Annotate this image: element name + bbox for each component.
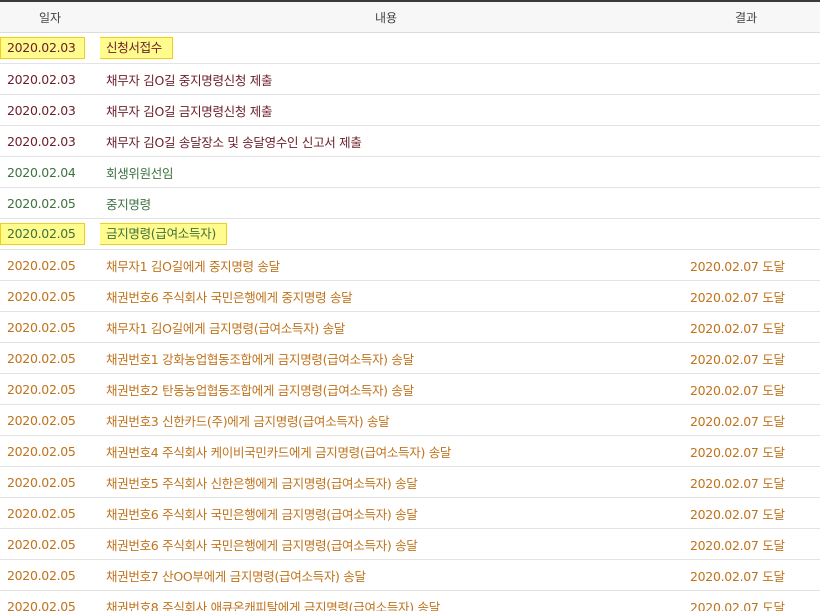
cell-content: 채권번호1 강화농업협동조합에게 금지명령(급여소득자) 송달 [100, 342, 672, 374]
table-row: 2020.02.05 채무자1 김O길에게 중지명령 송달 2020.02.07 도… [0, 249, 820, 281]
highlight-date: 2020.02.05 [0, 223, 85, 245]
cell-content: 채권번호5 주식회사 신한은행에게 금지명령(급여소득자) 송달 [100, 466, 672, 498]
cell-date: 2020.02.03 [0, 32, 100, 64]
cell-date: 2020.02.05 [0, 404, 100, 436]
cell-date: 2020.02.04 [0, 156, 100, 188]
table-row: 2020.02.05 채권번호4 주식회사 케이비국민카드에게 금지명령(급여소득… [0, 435, 820, 467]
case-history-table: 일자 내용 결과 2020.02.03 신청서접수 2020.02.03 채무자 김O… [0, 0, 820, 611]
table-row: 2020.02.05 채권번호1 강화농업협동조합에게 금지명령(급여소득자) 송… [0, 342, 820, 374]
table-row: 2020.02.03 채무자 김O길 송달장소 및 송달영수인 신고서 제출 [0, 125, 820, 157]
cell-date: 2020.02.05 [0, 311, 100, 343]
cell-date: 2020.02.05 [0, 590, 100, 611]
table-row: 2020.02.03 채무자 김O길 금지명령신청 제출 [0, 94, 820, 126]
cell-content: 채무자 김O길 중지명령신청 제출 [100, 63, 672, 95]
column-header-result: 결과 [672, 0, 820, 33]
cell-date: 2020.02.05 [0, 528, 100, 560]
cell-content: 채무자 김O길 송달장소 및 송달영수인 신고서 제출 [100, 125, 672, 157]
cell-date: 2020.02.03 [0, 125, 100, 157]
cell-result [672, 32, 820, 64]
cell-date: 2020.02.03 [0, 63, 100, 95]
cell-content: 채권번호6 주식회사 국민은행에게 금지명령(급여소득자) 송달 [100, 528, 672, 560]
cell-result [672, 156, 820, 188]
cell-result [672, 218, 820, 250]
cell-content: 회생위원선임 [100, 156, 672, 188]
cell-content: 채권번호7 산OO부에게 금지명령(급여소득자) 송달 [100, 559, 672, 591]
cell-date: 2020.02.05 [0, 342, 100, 374]
cell-content: 채권번호3 신한카드(주)에게 금지명령(급여소득자) 송달 [100, 404, 672, 436]
table-row: 2020.02.05 채권번호7 산OO부에게 금지명령(급여소득자) 송달 202… [0, 559, 820, 591]
table-row: 2020.02.03 채무자 김O길 중지명령신청 제출 [0, 63, 820, 95]
cell-date: 2020.02.03 [0, 94, 100, 126]
cell-result [672, 94, 820, 126]
highlight-content: 신청서접수 [100, 37, 174, 59]
cell-date: 2020.02.05 [0, 218, 100, 250]
cell-date: 2020.02.05 [0, 187, 100, 219]
cell-content: 채무자1 김O길에게 금지명령(급여소득자) 송달 [100, 311, 672, 343]
highlight-content: 금지명령(급여소득자) [100, 223, 227, 245]
cell-content: 채무자 김O길 금지명령신청 제출 [100, 94, 672, 126]
table-row: 2020.02.05 채권번호5 주식회사 신한은행에게 금지명령(급여소득자) … [0, 466, 820, 498]
cell-result: 2020.02.07 도달 [672, 373, 820, 405]
highlight-date: 2020.02.03 [0, 37, 85, 59]
cell-content: 신청서접수 [100, 32, 672, 64]
cell-content: 채무자1 김O길에게 중지명령 송달 [100, 249, 672, 281]
cell-result [672, 187, 820, 219]
table-row: 2020.02.05 채권번호8 주식회사 애큐온캐피탈에게 금지명령(급여소득자… [0, 590, 820, 611]
cell-content: 채권번호8 주식회사 애큐온캐피탈에게 금지명령(급여소득자) 송달 [100, 590, 672, 611]
cell-result: 2020.02.07 도달 [672, 342, 820, 374]
table-row: 2020.02.05 채권번호6 주식회사 국민은행에게 금지명령(급여소득자) … [0, 497, 820, 529]
column-header-date: 일자 [0, 0, 100, 33]
table-row: 2020.02.05 채권번호6 주식회사 국민은행에게 금지명령(급여소득자) … [0, 528, 820, 560]
cell-content: 중지명령 [100, 187, 672, 219]
cell-date: 2020.02.05 [0, 466, 100, 498]
cell-result: 2020.02.07 도달 [672, 280, 820, 312]
cell-content: 채권번호6 주식회사 국민은행에게 중지명령 송달 [100, 280, 672, 312]
cell-date: 2020.02.05 [0, 497, 100, 529]
table-row: 2020.02.05 채권번호2 탄동농업협동조합에게 금지명령(급여소득자) 송… [0, 373, 820, 405]
table-row: 2020.02.03 신청서접수 [0, 32, 820, 64]
table-header-row: 일자 내용 결과 [0, 0, 820, 33]
table-row: 2020.02.05 채권번호3 신한카드(주)에게 금지명령(급여소득자) 송달… [0, 404, 820, 436]
cell-result [672, 63, 820, 95]
cell-result [672, 125, 820, 157]
cell-result: 2020.02.07 도달 [672, 466, 820, 498]
cell-result: 2020.02.07 도달 [672, 249, 820, 281]
cell-result: 2020.02.07 도달 [672, 311, 820, 343]
cell-content: 금지명령(급여소득자) [100, 218, 672, 250]
cell-result: 2020.02.07 도달 [672, 404, 820, 436]
table-row: 2020.02.05 금지명령(급여소득자) [0, 218, 820, 250]
cell-result: 2020.02.07 도달 [672, 497, 820, 529]
cell-date: 2020.02.05 [0, 249, 100, 281]
cell-date: 2020.02.05 [0, 559, 100, 591]
cell-content: 채권번호6 주식회사 국민은행에게 금지명령(급여소득자) 송달 [100, 497, 672, 529]
table-row: 2020.02.05 채무자1 김O길에게 금지명령(급여소득자) 송달 2020.… [0, 311, 820, 343]
table-row: 2020.02.05 채권번호6 주식회사 국민은행에게 중지명령 송달 2020.… [0, 280, 820, 312]
cell-content: 채권번호4 주식회사 케이비국민카드에게 금지명령(급여소득자) 송달 [100, 435, 672, 467]
column-header-content: 내용 [100, 0, 672, 33]
table-body: 2020.02.03 신청서접수 2020.02.03 채무자 김O길 중지명령신청 … [0, 32, 820, 611]
cell-content: 채권번호2 탄동농업협동조합에게 금지명령(급여소득자) 송달 [100, 373, 672, 405]
cell-result: 2020.02.07 도달 [672, 435, 820, 467]
case-history-panel: 일자 내용 결과 2020.02.03 신청서접수 2020.02.03 채무자 김O… [0, 0, 820, 611]
table-row: 2020.02.05 중지명령 [0, 187, 820, 219]
cell-date: 2020.02.05 [0, 435, 100, 467]
cell-date: 2020.02.05 [0, 280, 100, 312]
cell-date: 2020.02.05 [0, 373, 100, 405]
cell-result: 2020.02.07 도달 [672, 590, 820, 611]
cell-result: 2020.02.07 도달 [672, 559, 820, 591]
table-row: 2020.02.04 회생위원선임 [0, 156, 820, 188]
cell-result: 2020.02.07 도달 [672, 528, 820, 560]
